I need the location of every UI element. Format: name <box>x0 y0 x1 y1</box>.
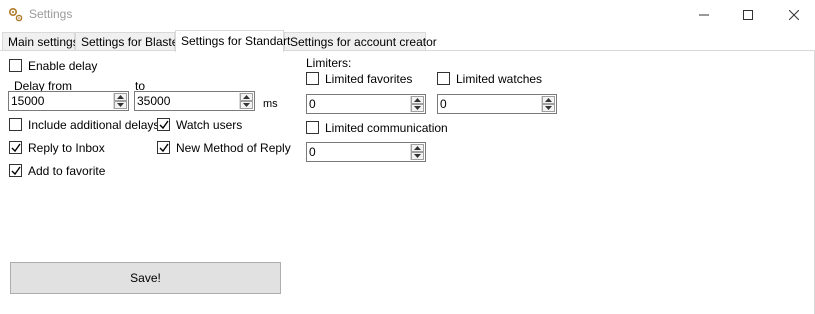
title-bar: Settings <box>0 0 815 30</box>
checkmark-icon <box>159 120 169 130</box>
save-button[interactable]: Save! <box>10 262 281 294</box>
delay-from-input[interactable]: 15000 <box>8 91 129 111</box>
limited-communication-stepper[interactable] <box>410 144 424 160</box>
stepper-up-icon[interactable] <box>542 96 555 104</box>
minimize-icon <box>699 14 709 16</box>
stepper-up-icon[interactable] <box>411 144 424 152</box>
limited-favorites-checkbox[interactable] <box>306 72 319 85</box>
limited-watches-value: 0 <box>440 97 447 111</box>
limited-favorites-label: Limited favorites <box>325 72 413 86</box>
window-title: Settings <box>29 7 73 21</box>
limited-favorites-value: 0 <box>309 97 316 111</box>
delay-from-value: 15000 <box>11 94 45 108</box>
stepper-down-icon[interactable] <box>114 101 127 109</box>
limited-communication-value: 0 <box>309 145 316 159</box>
limited-communication-checkbox[interactable] <box>306 121 319 134</box>
maximize-button[interactable] <box>725 0 771 30</box>
close-icon <box>789 10 799 20</box>
delay-from-stepper[interactable] <box>113 93 127 109</box>
limited-communication-label: Limited communication <box>325 121 448 135</box>
stepper-up-icon[interactable] <box>240 93 253 101</box>
tab-settings-for-account-creator[interactable]: Settings for account creator <box>284 32 437 51</box>
reply-to-inbox-checkbox[interactable] <box>9 141 22 154</box>
stepper-up-icon[interactable] <box>411 96 424 104</box>
delay-to-input[interactable]: 35000 <box>134 91 255 111</box>
delay-to-stepper[interactable] <box>239 93 253 109</box>
gear-icon <box>8 7 24 23</box>
checkmark-icon <box>159 143 169 153</box>
stepper-up-icon[interactable] <box>114 93 127 101</box>
maximize-icon <box>743 10 753 20</box>
tab-main-settings[interactable]: Main settings <box>2 32 79 51</box>
minimize-button[interactable] <box>681 0 727 30</box>
limiters-heading: Limiters: <box>306 56 352 70</box>
watch-users-label: Watch users <box>176 118 243 132</box>
stepper-down-icon[interactable] <box>411 152 424 160</box>
settings-panel: Enable delay Delay from to 15000 35000 m… <box>0 50 815 314</box>
stepper-down-icon[interactable] <box>240 101 253 109</box>
stepper-down-icon[interactable] <box>542 104 555 112</box>
checkmark-icon <box>11 166 21 176</box>
reply-to-inbox-label: Reply to Inbox <box>28 141 105 155</box>
tab-settings-for-standart[interactable]: Settings for Standart <box>175 30 290 52</box>
enable-delay-label: Enable delay <box>28 59 98 73</box>
enable-delay-checkbox[interactable] <box>9 59 22 72</box>
delay-unit-label: ms <box>263 98 278 110</box>
limited-communication-input[interactable]: 0 <box>306 142 426 162</box>
limited-watches-label: Limited watches <box>456 72 543 86</box>
watch-users-checkbox[interactable] <box>157 118 170 131</box>
limited-watches-checkbox[interactable] <box>437 72 450 85</box>
close-button[interactable] <box>771 0 815 30</box>
limited-favorites-stepper[interactable] <box>410 96 424 112</box>
include-additional-delays-checkbox[interactable] <box>9 118 22 131</box>
stepper-down-icon[interactable] <box>411 104 424 112</box>
checkmark-icon <box>11 143 21 153</box>
new-method-of-reply-checkbox[interactable] <box>157 141 170 154</box>
delay-to-value: 35000 <box>137 94 171 108</box>
add-to-favorite-checkbox[interactable] <box>9 164 22 177</box>
limited-favorites-input[interactable]: 0 <box>306 94 426 114</box>
new-method-of-reply-label: New Method of Reply <box>176 141 291 155</box>
include-additional-delays-label: Include additional delays <box>28 118 160 132</box>
add-to-favorite-label: Add to favorite <box>28 164 106 178</box>
limited-watches-input[interactable]: 0 <box>437 94 557 114</box>
limited-watches-stepper[interactable] <box>541 96 555 112</box>
tab-strip: Main settings Settings for Blaster Setti… <box>0 30 815 52</box>
tab-settings-for-blaster[interactable]: Settings for Blaster <box>75 32 182 51</box>
